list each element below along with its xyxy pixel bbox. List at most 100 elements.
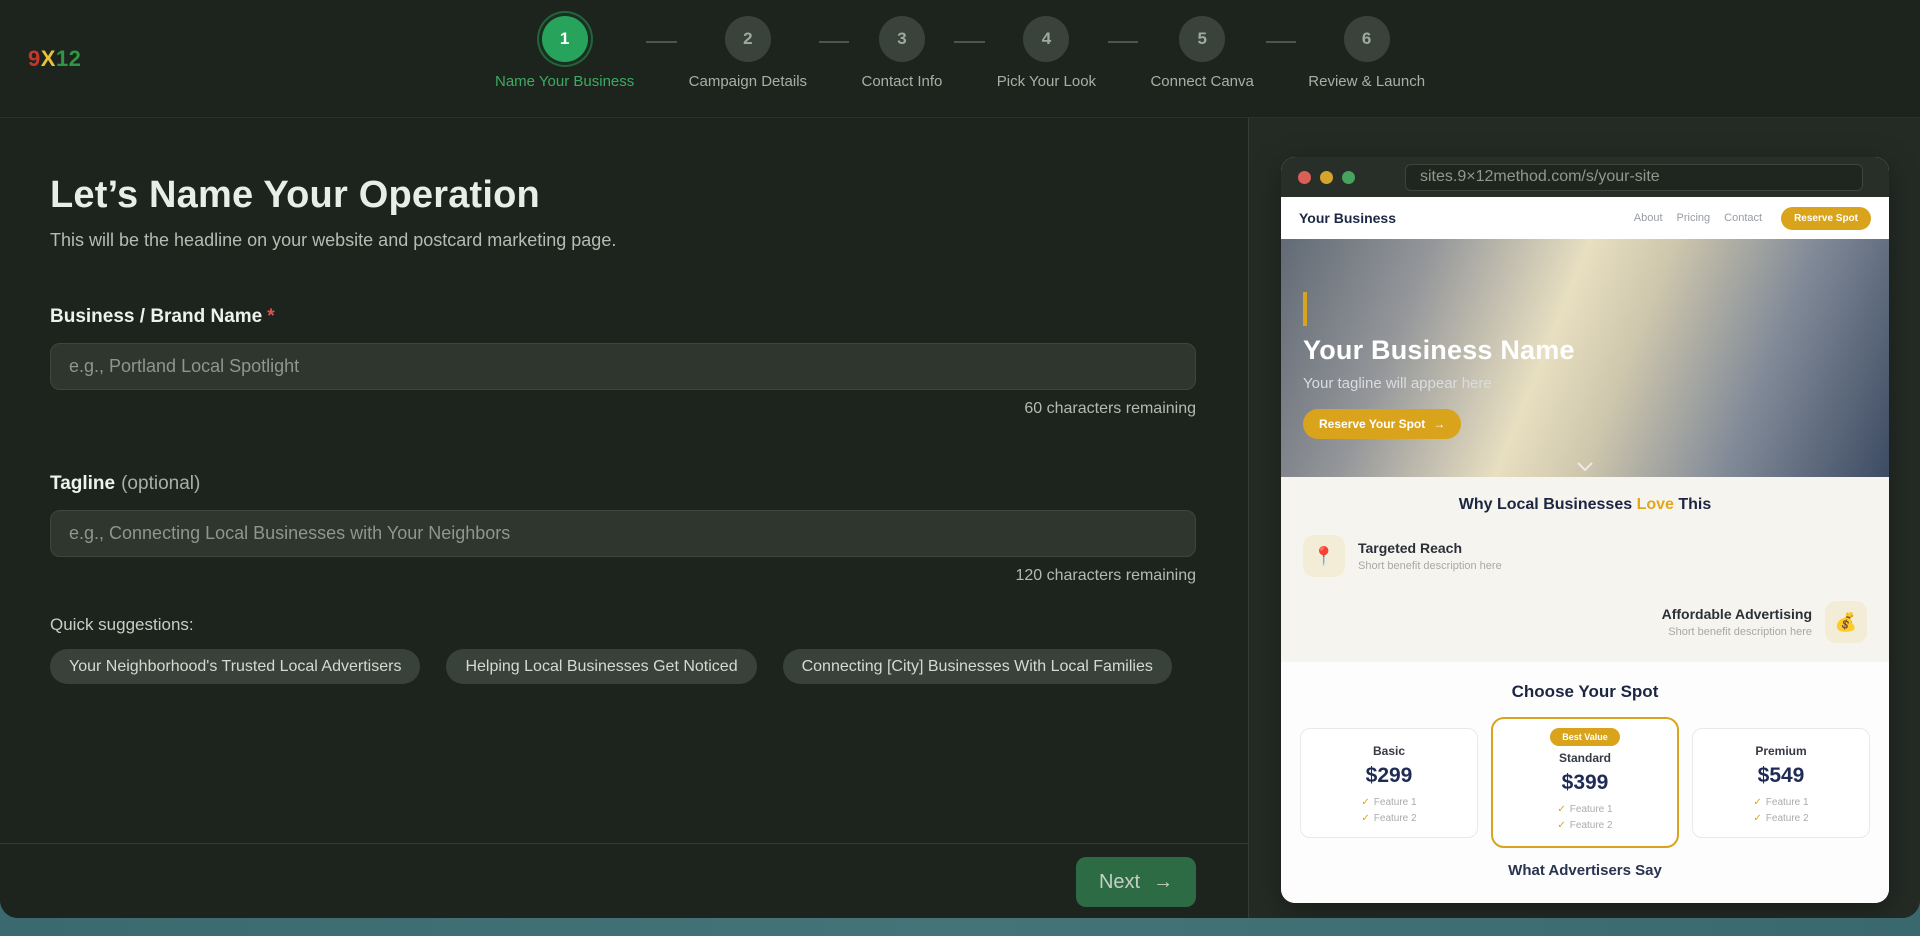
browser-chrome: sites.9×12method.com/s/your-site: [1281, 157, 1889, 197]
pricing-title: Choose Your Spot: [1281, 682, 1889, 702]
tagline-input[interactable]: [50, 510, 1196, 557]
step-label-1: Name Your Business: [495, 73, 634, 90]
step-label-5: Connect Canva: [1150, 73, 1253, 90]
plan-card-premium[interactable]: Premium $549 ✓Feature 1 ✓Feature 2: [1692, 728, 1870, 838]
traffic-lights: [1298, 171, 1355, 184]
suggestion-chips: Your Neighborhood's Trusted Local Advert…: [50, 649, 1196, 684]
check-icon: ✓: [1361, 813, 1369, 824]
check-icon: ✓: [1753, 813, 1761, 824]
plan-feature-label: Feature 2: [1570, 820, 1613, 831]
preview-brand-name: Your Business: [1299, 210, 1396, 226]
step-label-2: Campaign Details: [689, 73, 807, 90]
step-label-6: Review & Launch: [1308, 73, 1425, 90]
page-subtitle: This will be the headline on your websit…: [50, 230, 1196, 251]
business-name-counter: 60 characters remaining: [50, 400, 1196, 418]
plan-feature: ✓ Feature 1: [1301, 797, 1477, 808]
chevron-down-icon: [1577, 462, 1593, 471]
benefit-title: Targeted Reach: [1358, 540, 1502, 556]
testimonials-title: What Advertisers Say: [1281, 862, 1889, 879]
step-label-4: Pick Your Look: [997, 73, 1096, 90]
wizard-stepper: 1 Name Your Business 2 Campaign Details …: [495, 16, 1425, 90]
tagline-optional-text: (optional): [121, 473, 200, 494]
preview-testimonials-section: What Advertisers Say: [1281, 848, 1889, 903]
preview-benefits-section: Why Local Businesses Love This 📍 Targete…: [1281, 477, 1889, 662]
step-label-3: Contact Info: [861, 73, 942, 90]
plan-feature: ✓ Feature 2: [1493, 820, 1677, 831]
plan-card-standard[interactable]: Best Value Standard $399 ✓Feature 1 ✓Fea…: [1491, 717, 1679, 848]
business-name-input[interactable]: [50, 343, 1196, 390]
step-review-launch[interactable]: 6 Review & Launch: [1308, 16, 1425, 90]
step-circle-5[interactable]: 5: [1179, 16, 1225, 62]
check-icon: ✓: [1557, 820, 1565, 831]
pushpin-icon: 📍: [1303, 535, 1345, 577]
step-connector: [819, 41, 849, 43]
form-footer: Next →: [0, 843, 1248, 918]
step-circle-1[interactable]: 1: [542, 16, 588, 62]
step-connector: [954, 41, 984, 43]
nav-link-contact[interactable]: Contact: [1724, 212, 1762, 224]
step-connector: [1108, 41, 1138, 43]
site-preview-card: sites.9×12method.com/s/your-site Your Bu…: [1281, 157, 1889, 903]
check-icon: ✓: [1753, 797, 1761, 808]
nav-link-about[interactable]: About: [1634, 212, 1663, 224]
plan-feature-label: Feature 1: [1374, 797, 1417, 808]
nav-link-pricing[interactable]: Pricing: [1677, 212, 1711, 224]
wizard-header: 9X12 1 Name Your Business 2 Campaign Det…: [0, 0, 1920, 118]
preview-site-nav: About Pricing Contact Reserve Spot: [1634, 207, 1871, 230]
benefit-title: Affordable Advertising: [1662, 606, 1812, 622]
preview-panel: sites.9×12method.com/s/your-site Your Bu…: [1248, 118, 1920, 918]
suggestion-chip-2[interactable]: Helping Local Businesses Get Noticed: [446, 649, 756, 684]
step-circle-6[interactable]: 6: [1344, 16, 1390, 62]
tagline-counter: 120 characters remaining: [50, 567, 1196, 585]
logo-part-12: 12: [56, 46, 81, 71]
suggestion-chip-1[interactable]: Your Neighborhood's Trusted Local Advert…: [50, 649, 420, 684]
form-panel: Let’s Name Your Operation This will be t…: [0, 118, 1248, 918]
step-contact-info[interactable]: 3 Contact Info: [861, 16, 942, 90]
benefit-item-targeted-reach: 📍 Targeted Reach Short benefit descripti…: [1303, 535, 1867, 577]
plan-feature-label: Feature 1: [1570, 804, 1613, 815]
money-bag-icon: 💰: [1825, 601, 1867, 643]
tagline-label: Tagline (optional): [50, 473, 1196, 495]
plan-price: $549: [1693, 764, 1869, 788]
benefits-title-prefix: Why Local Businesses: [1459, 496, 1637, 513]
reserve-spot-button[interactable]: Reserve Spot: [1781, 207, 1871, 230]
close-window-icon: [1298, 171, 1311, 184]
benefits-title: Why Local Businesses Love This: [1303, 496, 1867, 514]
check-icon: ✓: [1557, 804, 1565, 815]
benefits-title-suffix: This: [1674, 496, 1711, 513]
plan-feature: ✓ Feature 1: [1493, 804, 1677, 815]
step-connector: [1266, 41, 1296, 43]
preview-hero-tagline: Your tagline will appear here: [1303, 375, 1867, 392]
suggestion-chip-3[interactable]: Connecting [City] Businesses With Local …: [783, 649, 1172, 684]
best-value-badge: Best Value: [1550, 728, 1620, 746]
next-button-label: Next: [1099, 871, 1140, 894]
step-circle-3[interactable]: 3: [879, 16, 925, 62]
logo-part-x: X: [41, 46, 56, 71]
plan-name: Premium: [1693, 744, 1869, 758]
step-circle-4[interactable]: 4: [1023, 16, 1069, 62]
benefit-description: Short benefit description here: [1662, 626, 1812, 638]
reserve-your-spot-button[interactable]: Reserve Your Spot →: [1303, 409, 1461, 439]
business-name-label: Business / Brand Name*: [50, 306, 1196, 328]
step-connector: [646, 41, 676, 43]
required-asterisk: *: [267, 306, 274, 327]
check-icon: ✓: [1361, 797, 1369, 808]
tagline-label-text: Tagline: [50, 473, 115, 494]
next-button[interactable]: Next →: [1076, 857, 1196, 907]
step-name-your-business[interactable]: 1 Name Your Business: [495, 16, 634, 90]
benefit-item-affordable-advertising: Affordable Advertising Short benefit des…: [1303, 601, 1867, 643]
step-campaign-details[interactable]: 2 Campaign Details: [689, 16, 807, 90]
logo-part-9: 9: [28, 46, 41, 71]
logo-9x12: 9X12: [28, 46, 81, 72]
pricing-plans: Basic $299 ✓Feature 1 ✓Feature 2 Best Va…: [1281, 717, 1889, 848]
step-circle-2[interactable]: 2: [725, 16, 771, 62]
preview-hero-headline: Your Business Name: [1303, 335, 1867, 366]
step-pick-your-look[interactable]: 4 Pick Your Look: [997, 16, 1096, 90]
reserve-your-spot-label: Reserve Your Spot: [1319, 417, 1425, 431]
step-connect-canva[interactable]: 5 Connect Canva: [1150, 16, 1253, 90]
url-bar: sites.9×12method.com/s/your-site: [1405, 164, 1863, 191]
preview-pricing-section: Choose Your Spot Basic $299 ✓Feature 1 ✓…: [1281, 662, 1889, 848]
plan-feature-label: Feature 1: [1766, 797, 1809, 808]
plan-name: Standard: [1493, 751, 1677, 765]
plan-card-basic[interactable]: Basic $299 ✓Feature 1 ✓Feature 2: [1300, 728, 1478, 838]
